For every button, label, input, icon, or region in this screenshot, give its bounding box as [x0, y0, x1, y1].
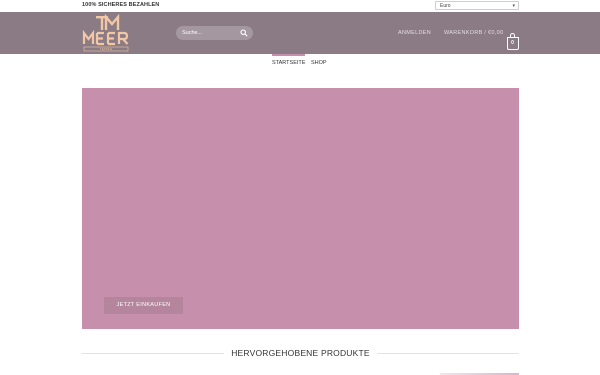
hero-banner: JETZT EINKAUFEN — [82, 88, 519, 329]
nav-item-label: SHOP — [311, 60, 327, 66]
search-icon[interactable] — [240, 29, 248, 37]
featured-products-section: HERVORGEHOBENE PRODUKTE — [82, 344, 519, 362]
nav-item-label: STARTSEITE — [272, 60, 306, 66]
currency-selected-value: Euro — [440, 3, 451, 9]
svg-text:TEXTILE: TEXTILE — [100, 47, 112, 51]
site-logo[interactable]: TEXTILE — [82, 13, 138, 53]
active-indicator — [272, 54, 306, 56]
top-bar: 100% SICHERES BEZAHLEN Euro ▾ — [0, 0, 600, 12]
login-link[interactable]: ANMELDEN — [398, 24, 431, 42]
logo-graphic: TEXTILE — [82, 13, 129, 52]
cart-count: 0 — [511, 40, 514, 46]
cart-link[interactable]: WARENKORB / €0,00 — [444, 24, 503, 42]
currency-select[interactable]: Euro ▾ — [435, 1, 519, 10]
chevron-down-icon: ▾ — [512, 3, 515, 9]
nav-item-shop[interactable]: SHOP — [311, 56, 327, 70]
cart-icon[interactable]: 0 — [507, 33, 519, 50]
search-input[interactable]: Suche... — [176, 26, 253, 40]
secure-payment-text: 100% SICHERES BEZAHLEN — [82, 2, 160, 8]
divider-right — [377, 353, 519, 354]
site-header: TEXTILE Suche... ANMELDEN WARENKORB / €0… — [0, 12, 600, 54]
nav-item-startseite[interactable]: STARTSEITE — [272, 54, 306, 70]
search-placeholder: Suche... — [182, 30, 203, 36]
shop-now-button[interactable]: JETZT EINKAUFEN — [104, 297, 183, 314]
